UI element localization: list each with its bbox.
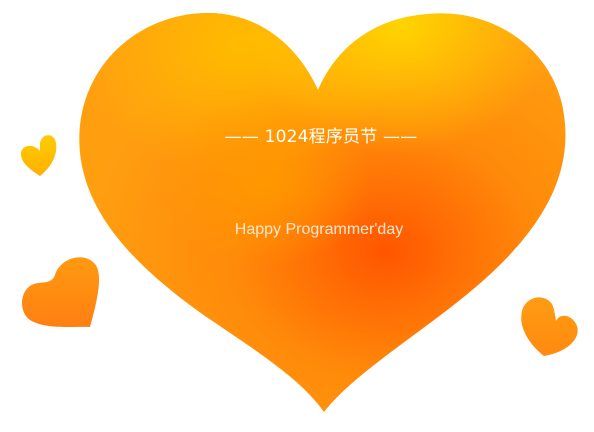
subheading-text: Happy Programmer'day <box>234 221 404 238</box>
greeting-card: —— 1024程序员节 —— Happy Programmer'day <box>0 0 594 432</box>
small-heart-icon <box>521 297 578 356</box>
heart-artwork <box>20 12 578 412</box>
heading-text: —— 1024程序员节 —— <box>224 127 418 147</box>
large-heart-icon <box>79 12 566 412</box>
small-heart-icon <box>22 257 100 327</box>
